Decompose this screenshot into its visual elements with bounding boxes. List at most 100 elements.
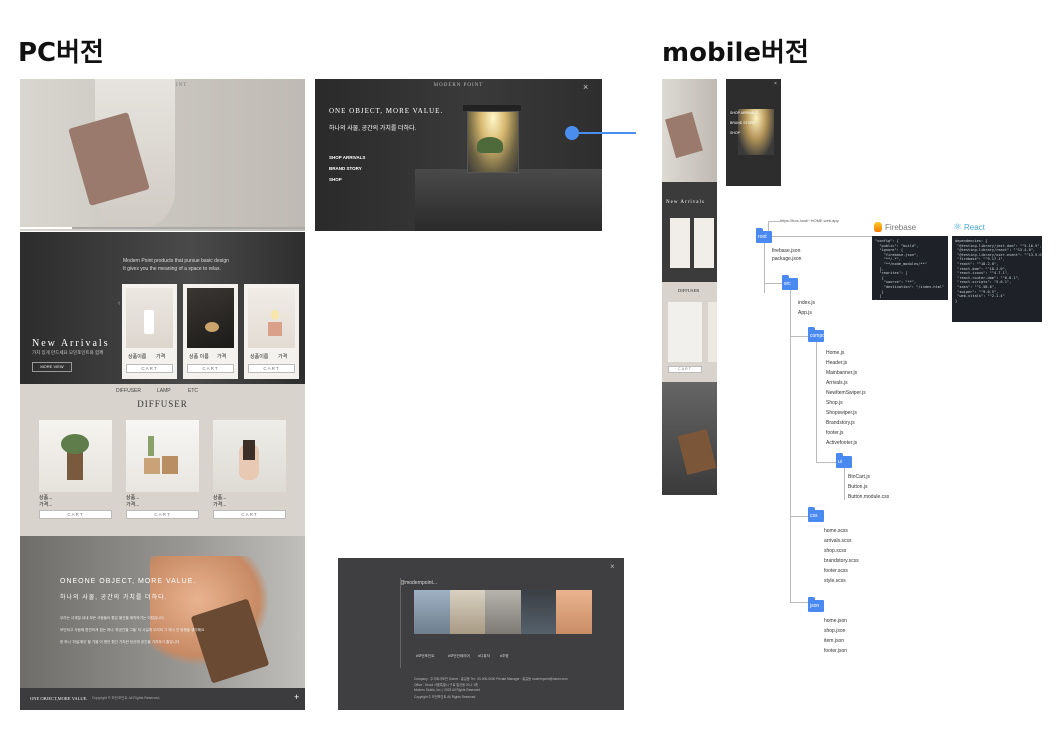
arrivals-subtitle: 가치 있게 만드세요 모던포인트와 함께 <box>32 350 104 355</box>
project-tree: https://hos.host/~HOME.web.app root fire… <box>748 210 1061 660</box>
menu-item-shop[interactable]: SHOP <box>329 177 342 182</box>
diffuser-shape <box>144 458 160 474</box>
file-item: App.js <box>798 310 812 316</box>
arrival-card[interactable]: 상품 이름 가격 CART <box>183 284 238 379</box>
folder-name: css <box>810 513 818 519</box>
close-icon[interactable]: × <box>583 82 588 92</box>
insta-tag[interactable]: #모던포인트 <box>416 654 435 659</box>
file-item: Shop.js <box>826 400 843 406</box>
tree-line <box>790 516 808 517</box>
shop-tab-lamp[interactable]: LAMP <box>157 388 171 394</box>
connector-dot <box>565 126 579 140</box>
insta-photo[interactable] <box>485 590 521 634</box>
mobile-shop-item[interactable] <box>668 302 702 362</box>
cart-button[interactable]: CART <box>187 364 234 373</box>
menu-item-brandstory[interactable]: BRAND STORY <box>730 121 755 125</box>
footer-slogan: ONE OBJECT,MORE VALUE. <box>30 696 88 701</box>
menu-item-shop[interactable]: SHOP <box>730 131 740 135</box>
hero-progress-fill <box>20 227 72 229</box>
wood-lamp-image <box>677 428 717 476</box>
slider-prev-icon[interactable]: ‹ <box>118 300 120 307</box>
file-item: Header.js <box>826 360 848 366</box>
insta-photo[interactable] <box>414 590 450 634</box>
mobile-menu-screen: SHOP ARRIVALS BRAND STORY SHOP × <box>726 79 781 186</box>
insta-handle[interactable]: @modernpoint... <box>400 580 437 586</box>
cart-button[interactable]: CART <box>668 366 702 373</box>
diffuser-shape <box>67 450 83 480</box>
cart-button[interactable]: CART <box>39 510 112 519</box>
arrivals-intro-line2: It gives you the meaning of a space to r… <box>123 266 221 272</box>
footer-info-line: Modern Studio, Inc. | 2023 All Rights Re… <box>414 688 481 692</box>
tree-line <box>790 602 808 603</box>
cart-button[interactable]: CART <box>248 364 295 373</box>
tree-line <box>816 342 817 462</box>
shop-tab-diffuser[interactable]: DIFFUSER <box>116 388 141 394</box>
shop-item-image[interactable] <box>213 420 286 492</box>
firebase-label: Firebase <box>885 223 917 232</box>
shop-item-price: 가격... <box>39 502 53 508</box>
close-icon[interactable]: × <box>610 562 615 571</box>
file-item: Mainbanner.js <box>826 370 858 376</box>
folder-name: src <box>784 281 791 287</box>
menu-item-arrivals[interactable]: SHOP ARRIVALS <box>329 155 365 160</box>
insta-gallery[interactable] <box>414 590 592 634</box>
story-paragraph-2: 모던하고 사람에 편안하게 접는 하나 '취공간을 그들' 더 사실에 우리의 … <box>60 628 205 632</box>
cart-button[interactable]: CART <box>213 510 286 519</box>
mobile-shop-item[interactable] <box>708 302 717 362</box>
folder-icon: src <box>782 275 798 290</box>
menu-logo[interactable]: MODERN POINT <box>315 83 602 88</box>
insta-photo[interactable] <box>449 590 486 634</box>
mobile-brand-story <box>662 382 717 495</box>
shop-section: DIFFUSER LAMP ETC DIFFUSER 상품... 가격... C… <box>20 384 305 536</box>
mobile-shop: DIFFUSER CART <box>662 282 717 382</box>
insta-tag[interactable]: #디퓨저 <box>478 654 490 659</box>
arrivals-section: Modern Point products that pursue basic … <box>20 232 305 384</box>
mobile-card[interactable] <box>670 218 690 268</box>
file-item: package.json <box>772 256 802 262</box>
plant-shape <box>477 137 503 153</box>
tree-line <box>816 462 836 463</box>
mobile-arrivals: New Arrivals <box>662 182 717 282</box>
arrival-card[interactable]: 상품이름 가격 CART <box>244 284 299 379</box>
tree-line <box>790 336 808 337</box>
footer-plus-icon[interactable]: + <box>294 692 299 702</box>
menu-item-arrivals[interactable]: SHOP ARRIVALS <box>730 111 758 115</box>
shop-item-image[interactable] <box>39 420 112 492</box>
insta-photo[interactable] <box>556 590 592 634</box>
folder-name: component <box>810 333 835 339</box>
menu-item-brandstory[interactable]: BRAND STORY <box>329 166 362 171</box>
menu-slogan: ONE OBJECT, MORE VALUE. <box>329 107 444 115</box>
shop-title: DIFFUSER <box>137 399 188 409</box>
insta-photo[interactable] <box>520 590 557 634</box>
shop-item-image[interactable] <box>126 420 199 492</box>
arrival-card[interactable]: 상품이름 가격 CART <box>122 284 177 379</box>
mobile-page: New Arrivals DIFFUSER CART <box>662 79 717 495</box>
shop-item-name: 상품... <box>126 495 140 501</box>
file-item: BtnCart.js <box>848 474 870 480</box>
file-item: shop.json <box>824 628 846 634</box>
story-subtitle: 하나의 사물, 공간의 가치를 더하다. <box>60 595 168 601</box>
glass-table <box>415 169 602 231</box>
file-item: shop.scss <box>824 548 847 554</box>
file-item: index.js <box>798 300 815 306</box>
more-view-button[interactable]: MORE VIEW <box>32 362 72 372</box>
candle-shape <box>205 322 219 332</box>
cart-button[interactable]: CART <box>126 510 199 519</box>
file-item: firebase.json <box>772 248 801 254</box>
bottle-shape <box>144 310 154 334</box>
file-item: Activefooter.js <box>826 440 858 446</box>
mobile-card[interactable] <box>694 218 714 268</box>
firebase-icon <box>874 222 882 232</box>
react-dependencies-code: dependencies: { "@testing-library/jest-d… <box>952 236 1042 322</box>
insta-tag[interactable]: #모던인테리어 <box>448 654 470 659</box>
file-item: NewItemSwiper.js <box>826 390 866 396</box>
arrivals-intro-line1: Modern Point products that pursue basic … <box>123 258 229 264</box>
file-item: home.scss <box>824 528 848 534</box>
shop-tab-etc[interactable]: ETC <box>188 388 198 394</box>
insta-tag[interactable]: #조명 <box>500 654 509 659</box>
close-icon[interactable]: × <box>774 81 777 87</box>
cart-button[interactable]: CART <box>126 364 173 373</box>
tree-line <box>844 468 845 500</box>
plant-shape <box>148 436 154 456</box>
react-icon: ⚛ <box>953 222 962 233</box>
